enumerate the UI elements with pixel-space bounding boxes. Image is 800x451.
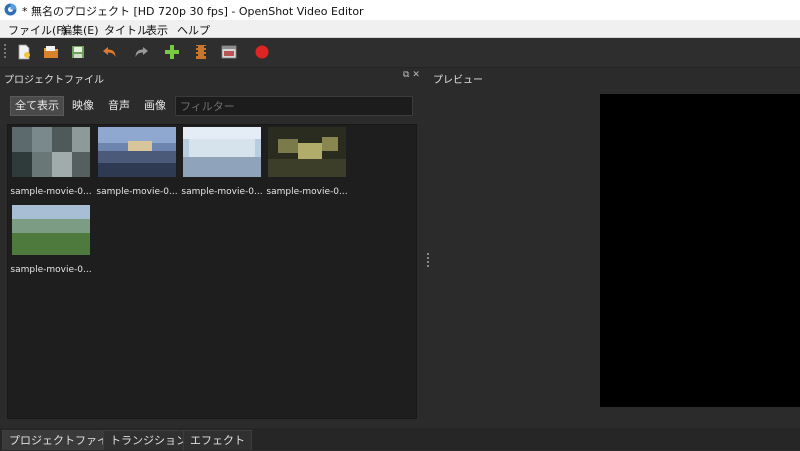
close-icon[interactable]: ✕ [412, 70, 420, 80]
plus-icon[interactable] [163, 43, 181, 61]
tab-effects[interactable]: エフェクト [183, 430, 252, 450]
toolbar-grip[interactable] [4, 44, 7, 61]
file-list[interactable]: sample-movie-0... sample-movie-0... samp… [7, 124, 417, 419]
filter-show-all[interactable]: 全て表示 [10, 96, 64, 116]
file-item[interactable]: sample-movie-0... [10, 205, 92, 275]
file-thumbnail [98, 127, 176, 177]
menu-bar: ファイル(F) 編集(E) タイトル 表示 ヘルプ [0, 20, 800, 38]
menu-title[interactable]: タイトル [104, 22, 148, 38]
file-item[interactable]: sample-movie-0... [96, 127, 178, 197]
file-thumbnail [12, 205, 90, 255]
video-preview [600, 94, 800, 407]
toolbar [0, 38, 800, 68]
file-thumbnail [12, 127, 90, 177]
float-icon[interactable]: ⧉ [403, 70, 409, 80]
save-icon[interactable] [69, 43, 87, 61]
file-item[interactable]: sample-movie-0... [266, 127, 348, 197]
file-label: sample-movie-0... [10, 265, 92, 275]
new-file-icon[interactable] [15, 43, 33, 61]
undo-arrow-icon[interactable] [101, 43, 119, 61]
dock-controls[interactable]: ⧉ ✕ [403, 70, 420, 80]
filter-video[interactable]: 映像 [72, 96, 94, 116]
window-title: * 無名のプロジェクト [HD 720p 30 fps] - OpenShot … [22, 5, 364, 18]
file-label: sample-movie-0... [266, 187, 348, 197]
openshot-logo-icon [4, 3, 17, 16]
menu-edit[interactable]: 編集(E) [61, 22, 99, 38]
file-label: sample-movie-0... [96, 187, 178, 197]
file-item[interactable]: sample-movie-0... [181, 127, 263, 197]
project-files-title: プロジェクトファイル [4, 75, 104, 86]
menu-view[interactable]: 表示 [146, 22, 168, 38]
file-item[interactable]: sample-movie-0... [10, 127, 92, 197]
panel-splitter[interactable] [427, 253, 430, 270]
preview-title: プレビュー [433, 75, 483, 86]
filter-image[interactable]: 画像 [144, 96, 166, 116]
tab-transitions[interactable]: トランジション [103, 430, 194, 450]
menu-help[interactable]: ヘルプ [177, 22, 210, 38]
film-icon[interactable] [192, 43, 210, 61]
file-label: sample-movie-0... [10, 187, 92, 197]
redo-arrow-icon[interactable] [132, 43, 150, 61]
open-folder-icon[interactable] [42, 43, 60, 61]
menu-file[interactable]: ファイル(F) [8, 22, 67, 38]
file-thumbnail [183, 127, 261, 177]
window-icon[interactable] [220, 43, 238, 61]
bottom-tab-bar: プロジェクトファイル トランジション エフェクト [0, 428, 800, 450]
filter-input[interactable] [175, 96, 413, 116]
record-icon[interactable] [253, 43, 271, 61]
filter-audio[interactable]: 音声 [108, 96, 130, 116]
file-thumbnail [268, 127, 346, 177]
title-bar: * 無名のプロジェクト [HD 720p 30 fps] - OpenShot … [0, 0, 800, 20]
file-label: sample-movie-0... [181, 187, 263, 197]
